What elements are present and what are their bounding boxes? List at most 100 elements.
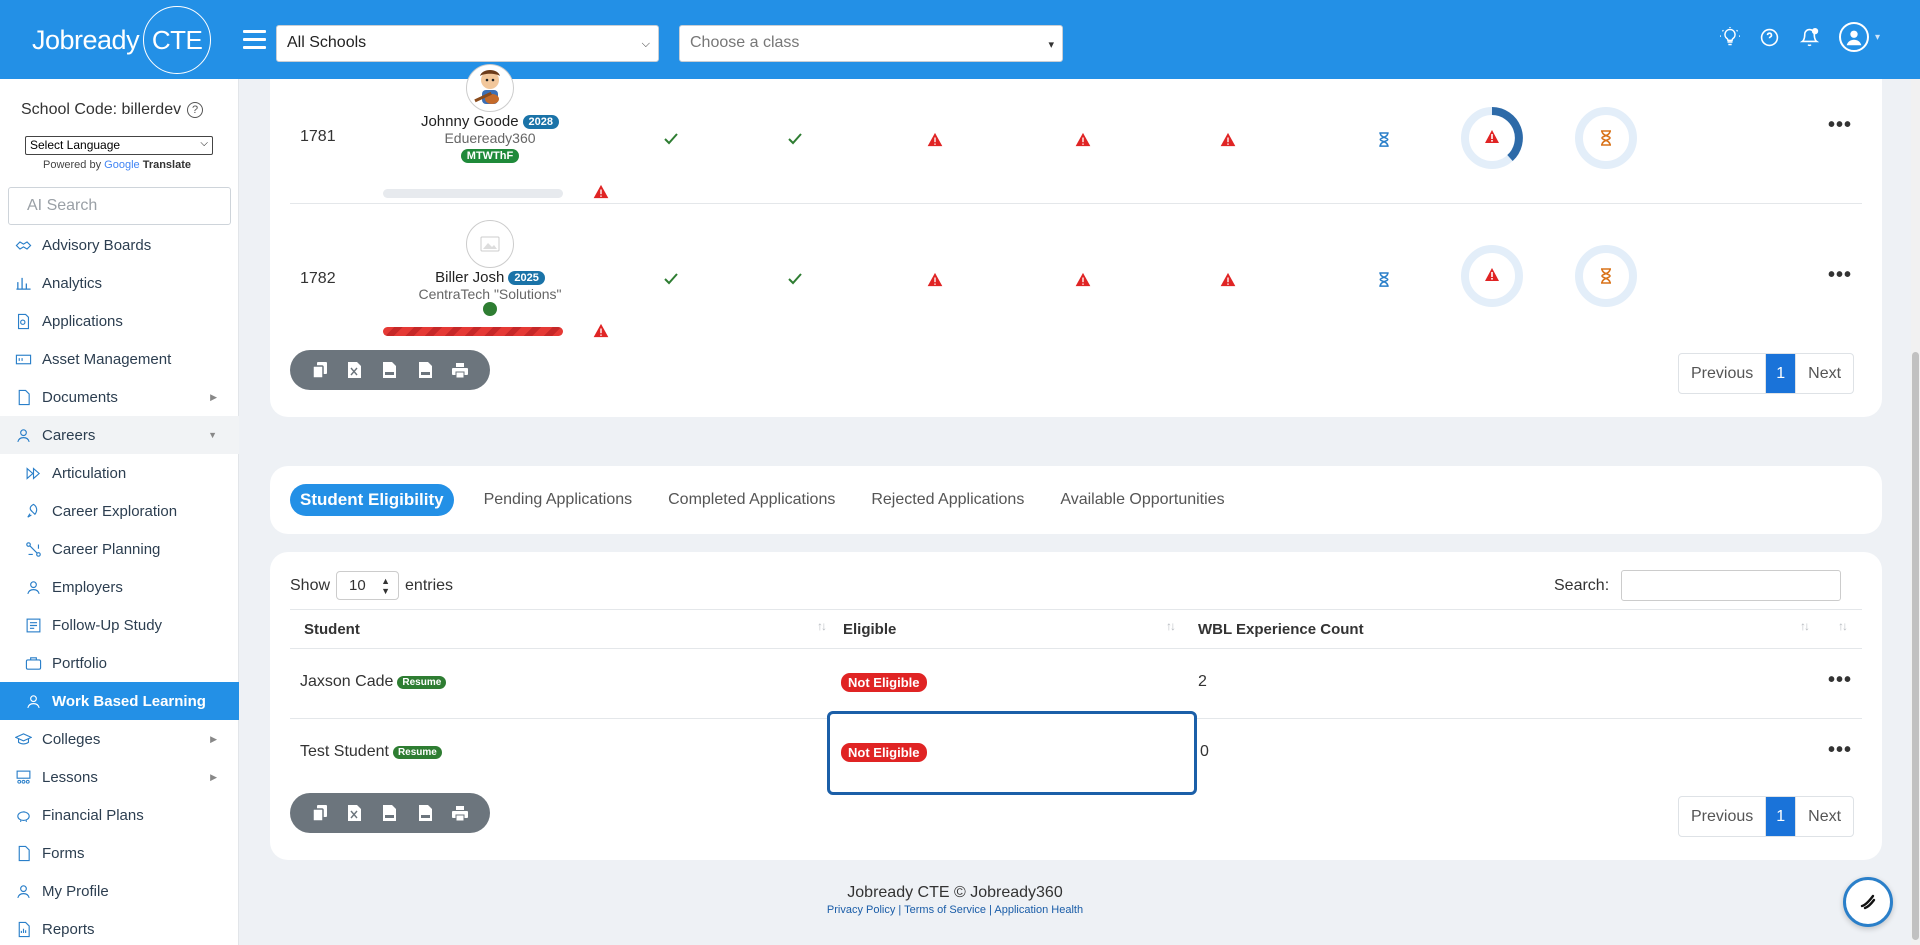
copy-icon[interactable] [309, 802, 331, 824]
student-name[interactable]: Test Student [300, 743, 389, 761]
pdf-icon[interactable] [414, 359, 436, 381]
sidebar-item-colleges[interactable]: Colleges ▶ [0, 720, 239, 758]
row-actions-icon[interactable]: ••• [1828, 264, 1852, 287]
row-actions-icon[interactable]: ••• [1828, 114, 1852, 137]
sidebar-item-advisory-boards[interactable]: Advisory Boards [0, 226, 239, 264]
tab-pending-applications[interactable]: Pending Applications [484, 491, 633, 509]
sidebar-nav: Advisory Boards Analytics Applications Asse… [0, 226, 239, 945]
sidebar-item-forms[interactable]: Forms [0, 834, 239, 872]
copy-icon[interactable] [309, 359, 331, 381]
footer: Jobready CTE © Jobready360 Privacy Polic… [270, 884, 1640, 916]
sidebar-item-work-based-learning[interactable]: Work Based Learning [0, 682, 239, 720]
row-actions-icon[interactable]: ••• [1828, 739, 1852, 762]
page-1-button[interactable]: 1 [1766, 797, 1796, 836]
sidebar-item-careers[interactable]: Careers ▼ [0, 416, 239, 454]
progress-ring[interactable] [1460, 244, 1524, 308]
table-row[interactable]: Test Student Resume Not Eligible 0 ••• [290, 719, 1862, 789]
sidebar-item-asset-management[interactable]: Asset Management [0, 340, 239, 378]
sidebar-item-label: Lessons [42, 768, 98, 786]
sidebar-item-documents[interactable]: Documents ▶ [0, 378, 239, 416]
tab-student-eligibility[interactable]: Student Eligibility [290, 484, 454, 516]
next-page-button[interactable]: Next [1795, 797, 1853, 836]
menu-toggle-icon[interactable] [243, 30, 266, 49]
sidebar-item-financial-plans[interactable]: Financial Plans [0, 796, 239, 834]
entries-label: entries [405, 576, 454, 594]
warning-icon [1074, 130, 1092, 148]
sidebar-item-portfolio[interactable]: Portfolio [0, 644, 239, 682]
sidebar-item-lessons[interactable]: Lessons ▶ [0, 758, 239, 796]
footer-links[interactable]: Privacy Policy | Terms of Service | Appl… [270, 904, 1640, 916]
resume-badge[interactable]: Resume [392, 745, 442, 759]
csv-icon[interactable] [379, 359, 401, 381]
schedule-days-badge: MTWThF [460, 149, 520, 163]
app-logo[interactable]: Jobready CTE [32, 4, 212, 76]
progress-ring[interactable] [1460, 106, 1524, 170]
grad-year-badge: 2028 [522, 114, 560, 129]
ai-search-input[interactable]: AI Search [8, 187, 231, 225]
tab-completed-applications[interactable]: Completed Applications [668, 491, 835, 509]
translate-link[interactable]: Translate [143, 159, 191, 171]
check-icon [662, 130, 680, 148]
sidebar-item-reports[interactable]: Reports [0, 910, 239, 945]
language-select[interactable]: Select Language ⌵ [25, 136, 213, 155]
row-actions-icon[interactable]: ••• [1828, 669, 1852, 692]
print-icon[interactable] [449, 359, 471, 381]
sidebar-item-articulation[interactable]: Articulation [0, 454, 239, 492]
bell-icon[interactable] [1799, 26, 1821, 48]
check-icon [786, 130, 804, 148]
column-header-eligible[interactable]: Eligible [843, 621, 896, 638]
previous-page-button[interactable]: Previous [1679, 354, 1767, 393]
pending-ring[interactable] [1574, 244, 1638, 308]
assistant-fab-icon[interactable] [1843, 877, 1893, 927]
class-select[interactable]: Choose a class ▾ [679, 25, 1063, 62]
sort-icon[interactable]: ↑↓ [1166, 619, 1176, 633]
next-page-button[interactable]: Next [1795, 354, 1853, 393]
pdf-icon[interactable] [414, 802, 436, 824]
print-icon[interactable] [449, 802, 471, 824]
school-select-value: All Schools [287, 34, 367, 51]
resume-badge[interactable]: Resume [397, 675, 447, 689]
language-select-value: Select Language [30, 138, 121, 152]
excel-icon[interactable] [344, 802, 366, 824]
user-avatar-icon[interactable] [1838, 22, 1869, 52]
handshake-icon [14, 236, 32, 254]
previous-page-button[interactable]: Previous [1679, 797, 1767, 836]
column-header-wbl-count[interactable]: WBL Experience Count [1198, 621, 1364, 638]
clock-icon [483, 302, 497, 316]
sidebar-item-analytics[interactable]: Analytics [0, 264, 239, 302]
table-row[interactable]: Jaxson Cade Resume Not Eligible 2 ••• [290, 649, 1862, 719]
help-icon[interactable] [1759, 26, 1781, 48]
sort-icon[interactable]: ↑↓ [1800, 619, 1810, 633]
question-icon[interactable]: ? [187, 102, 204, 118]
tab-available-opportunities[interactable]: Available Opportunities [1060, 491, 1224, 509]
sidebar-item-employers[interactable]: Employers [0, 568, 239, 606]
csv-icon[interactable] [379, 802, 401, 824]
entries-select[interactable]: 10 ▲ ▼ [336, 571, 400, 600]
pending-ring[interactable] [1574, 106, 1638, 170]
sidebar-item-career-exploration[interactable]: Career Exploration [0, 492, 239, 530]
logo-badge: CTE [143, 6, 212, 74]
table-row: 1781 Johnny Goode 2028 Edueready360 MTWTh… [290, 64, 1862, 204]
column-header-student[interactable]: Student [304, 621, 360, 638]
sort-icon[interactable]: ↑↓ [1838, 619, 1848, 633]
sidebar-item-career-planning[interactable]: Career Planning [0, 530, 239, 568]
wbl-count: 2 [1198, 673, 1207, 690]
avatar-caret-icon[interactable]: ▾ [1875, 32, 1880, 43]
check-icon [786, 270, 804, 288]
student-name: Johnny Goode [420, 113, 519, 130]
sidebar-item-applications[interactable]: Applications [0, 302, 239, 340]
excel-icon[interactable] [344, 359, 366, 381]
student-cell[interactable]: Biller Josh 2025 CentraTech "Solutions" [405, 220, 575, 321]
user-icon [24, 578, 42, 596]
lightbulb-icon[interactable] [1719, 26, 1741, 48]
sidebar-item-follow-up-study[interactable]: Follow-Up Study [0, 606, 239, 644]
page-1-button[interactable]: 1 [1766, 354, 1796, 393]
student-cell[interactable]: Johnny Goode 2028 Edueready360 MTWThF [405, 64, 575, 164]
school-select[interactable]: All Schools ⌵ [276, 25, 659, 62]
student-name[interactable]: Jaxson Cade [300, 673, 393, 691]
table-search-input[interactable] [1621, 570, 1841, 601]
page-scrollbar-thumb[interactable] [1912, 352, 1919, 940]
sidebar-item-my-profile[interactable]: My Profile [0, 872, 239, 910]
sort-icon[interactable]: ↑↓ [817, 619, 827, 633]
tab-rejected-applications[interactable]: Rejected Applications [871, 491, 1024, 509]
